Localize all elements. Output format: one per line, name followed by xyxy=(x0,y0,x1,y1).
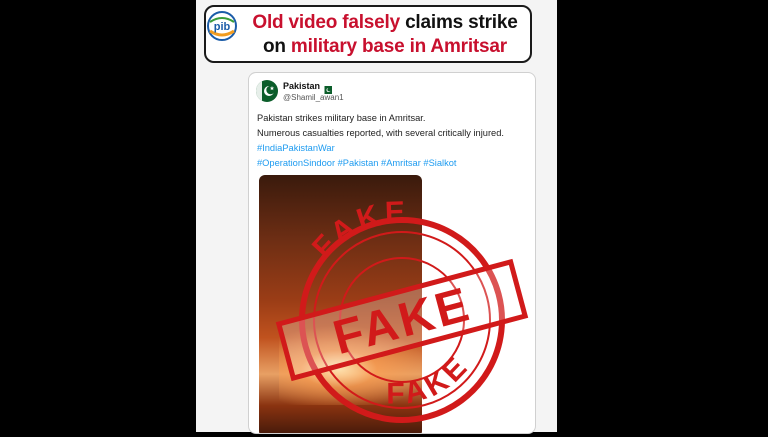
tweet-line-1: Pakistan strikes military base in Amrits… xyxy=(257,113,426,123)
tweet-card: Pakistan @Shamil_awan1 Pakistan strikes … xyxy=(248,72,536,434)
svg-text:pib: pib xyxy=(214,21,231,33)
headline-dark-2: on xyxy=(263,36,291,57)
tweet-text: Pakistan strikes military base in Amrits… xyxy=(257,111,532,171)
pakistan-flag-avatar-icon[interactable] xyxy=(256,80,278,102)
hashtag-line-1[interactable]: #IndiaPakistanWar xyxy=(257,141,532,156)
tweet-line-2: Numerous casualties reported, with sever… xyxy=(257,128,504,138)
headline-title: Old video falsely claims strike on milit… xyxy=(240,11,530,59)
explosion-glow xyxy=(279,325,422,405)
flag-badge-icon xyxy=(322,81,332,94)
headline-dark-1: claims strike xyxy=(399,12,518,33)
account-name[interactable]: Pakistan xyxy=(283,81,320,91)
video-thumbnail[interactable] xyxy=(259,175,422,433)
headline-red-1: Old video falsely xyxy=(252,12,400,33)
pib-logo-icon: pib xyxy=(205,9,239,43)
headline-red-2: military base in Amritsar xyxy=(290,36,507,57)
account-handle[interactable]: @Shamil_awan1 xyxy=(283,93,344,102)
hashtag-line-2[interactable]: #OperationSindoor #Pakistan #Amritsar #S… xyxy=(257,156,532,171)
